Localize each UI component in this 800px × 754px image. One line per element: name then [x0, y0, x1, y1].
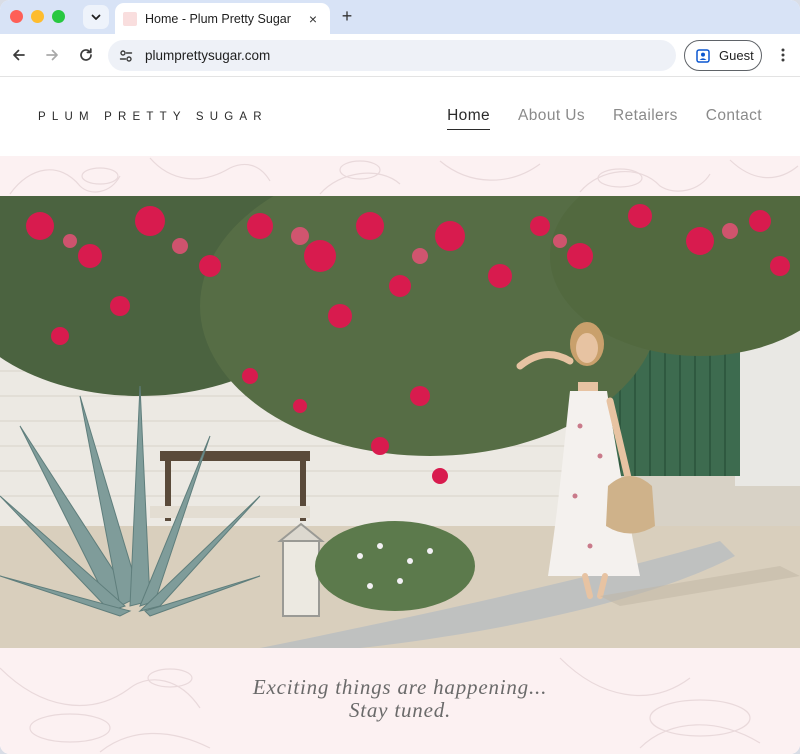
nav-link-retailers[interactable]: Retailers: [613, 107, 678, 130]
tab-title: Home - Plum Pretty Sugar: [145, 11, 291, 26]
new-tab-button[interactable]: +: [337, 6, 357, 26]
browser-menu-button[interactable]: [774, 44, 792, 66]
maximize-window-button[interactable]: [52, 10, 65, 23]
floral-pattern-band-bottom: Exciting things are happening... Stay tu…: [0, 648, 800, 754]
site-info-button[interactable]: [118, 48, 134, 64]
back-arrow-icon: [13, 49, 25, 61]
tab-search-icon: [91, 14, 101, 20]
web-page: PLUM PRETTY SUGAR Home About Us Retailer…: [0, 77, 800, 754]
active-tab[interactable]: Home - Plum Pretty Sugar ×: [115, 3, 330, 34]
tagline-line-1: Exciting things are happening...: [252, 675, 548, 699]
profile-icon: [696, 48, 710, 63]
close-window-button[interactable]: [10, 10, 23, 23]
reload-icon: [80, 48, 92, 61]
reload-button[interactable]: [75, 44, 97, 66]
forward-button[interactable]: [41, 44, 63, 66]
url-text: plumprettysugar.com: [145, 48, 271, 63]
more-menu-icon: [781, 48, 785, 62]
nav-link-about-us[interactable]: About Us: [518, 107, 585, 130]
hero-photo-illustration: [0, 196, 800, 648]
browser-toolbar: plumprettysugar.com Guest: [0, 34, 800, 77]
nav-link-home[interactable]: Home: [447, 107, 491, 130]
tagline-line-2: Stay tuned.: [348, 698, 452, 722]
site-navigation: Home About Us Retailers Contact: [447, 107, 762, 130]
address-bar[interactable]: plumprettysugar.com: [108, 40, 676, 71]
tab-strip: Home - Plum Pretty Sugar × +: [0, 0, 800, 34]
tab-close-button[interactable]: ×: [304, 10, 322, 28]
profile-label: Guest: [719, 48, 754, 63]
site-logo[interactable]: PLUM PRETTY SUGAR: [38, 111, 268, 123]
profile-button[interactable]: Guest: [684, 40, 762, 71]
coming-soon-tagline: Exciting things are happening... Stay tu…: [0, 676, 800, 722]
site-favicon-icon: [123, 11, 137, 26]
minimize-window-button[interactable]: [31, 10, 44, 23]
hero-image: [0, 196, 800, 648]
browser-window: Home - Plum Pretty Sugar × + plumprettys…: [0, 0, 800, 754]
nav-link-contact[interactable]: Contact: [706, 107, 762, 130]
site-info-icon: [119, 49, 133, 62]
tab-search-button[interactable]: [83, 5, 109, 29]
back-button[interactable]: [8, 44, 30, 66]
forward-arrow-icon: [46, 49, 58, 61]
site-header: PLUM PRETTY SUGAR Home About Us Retailer…: [0, 77, 800, 156]
floral-pattern-band-top: [0, 156, 800, 196]
